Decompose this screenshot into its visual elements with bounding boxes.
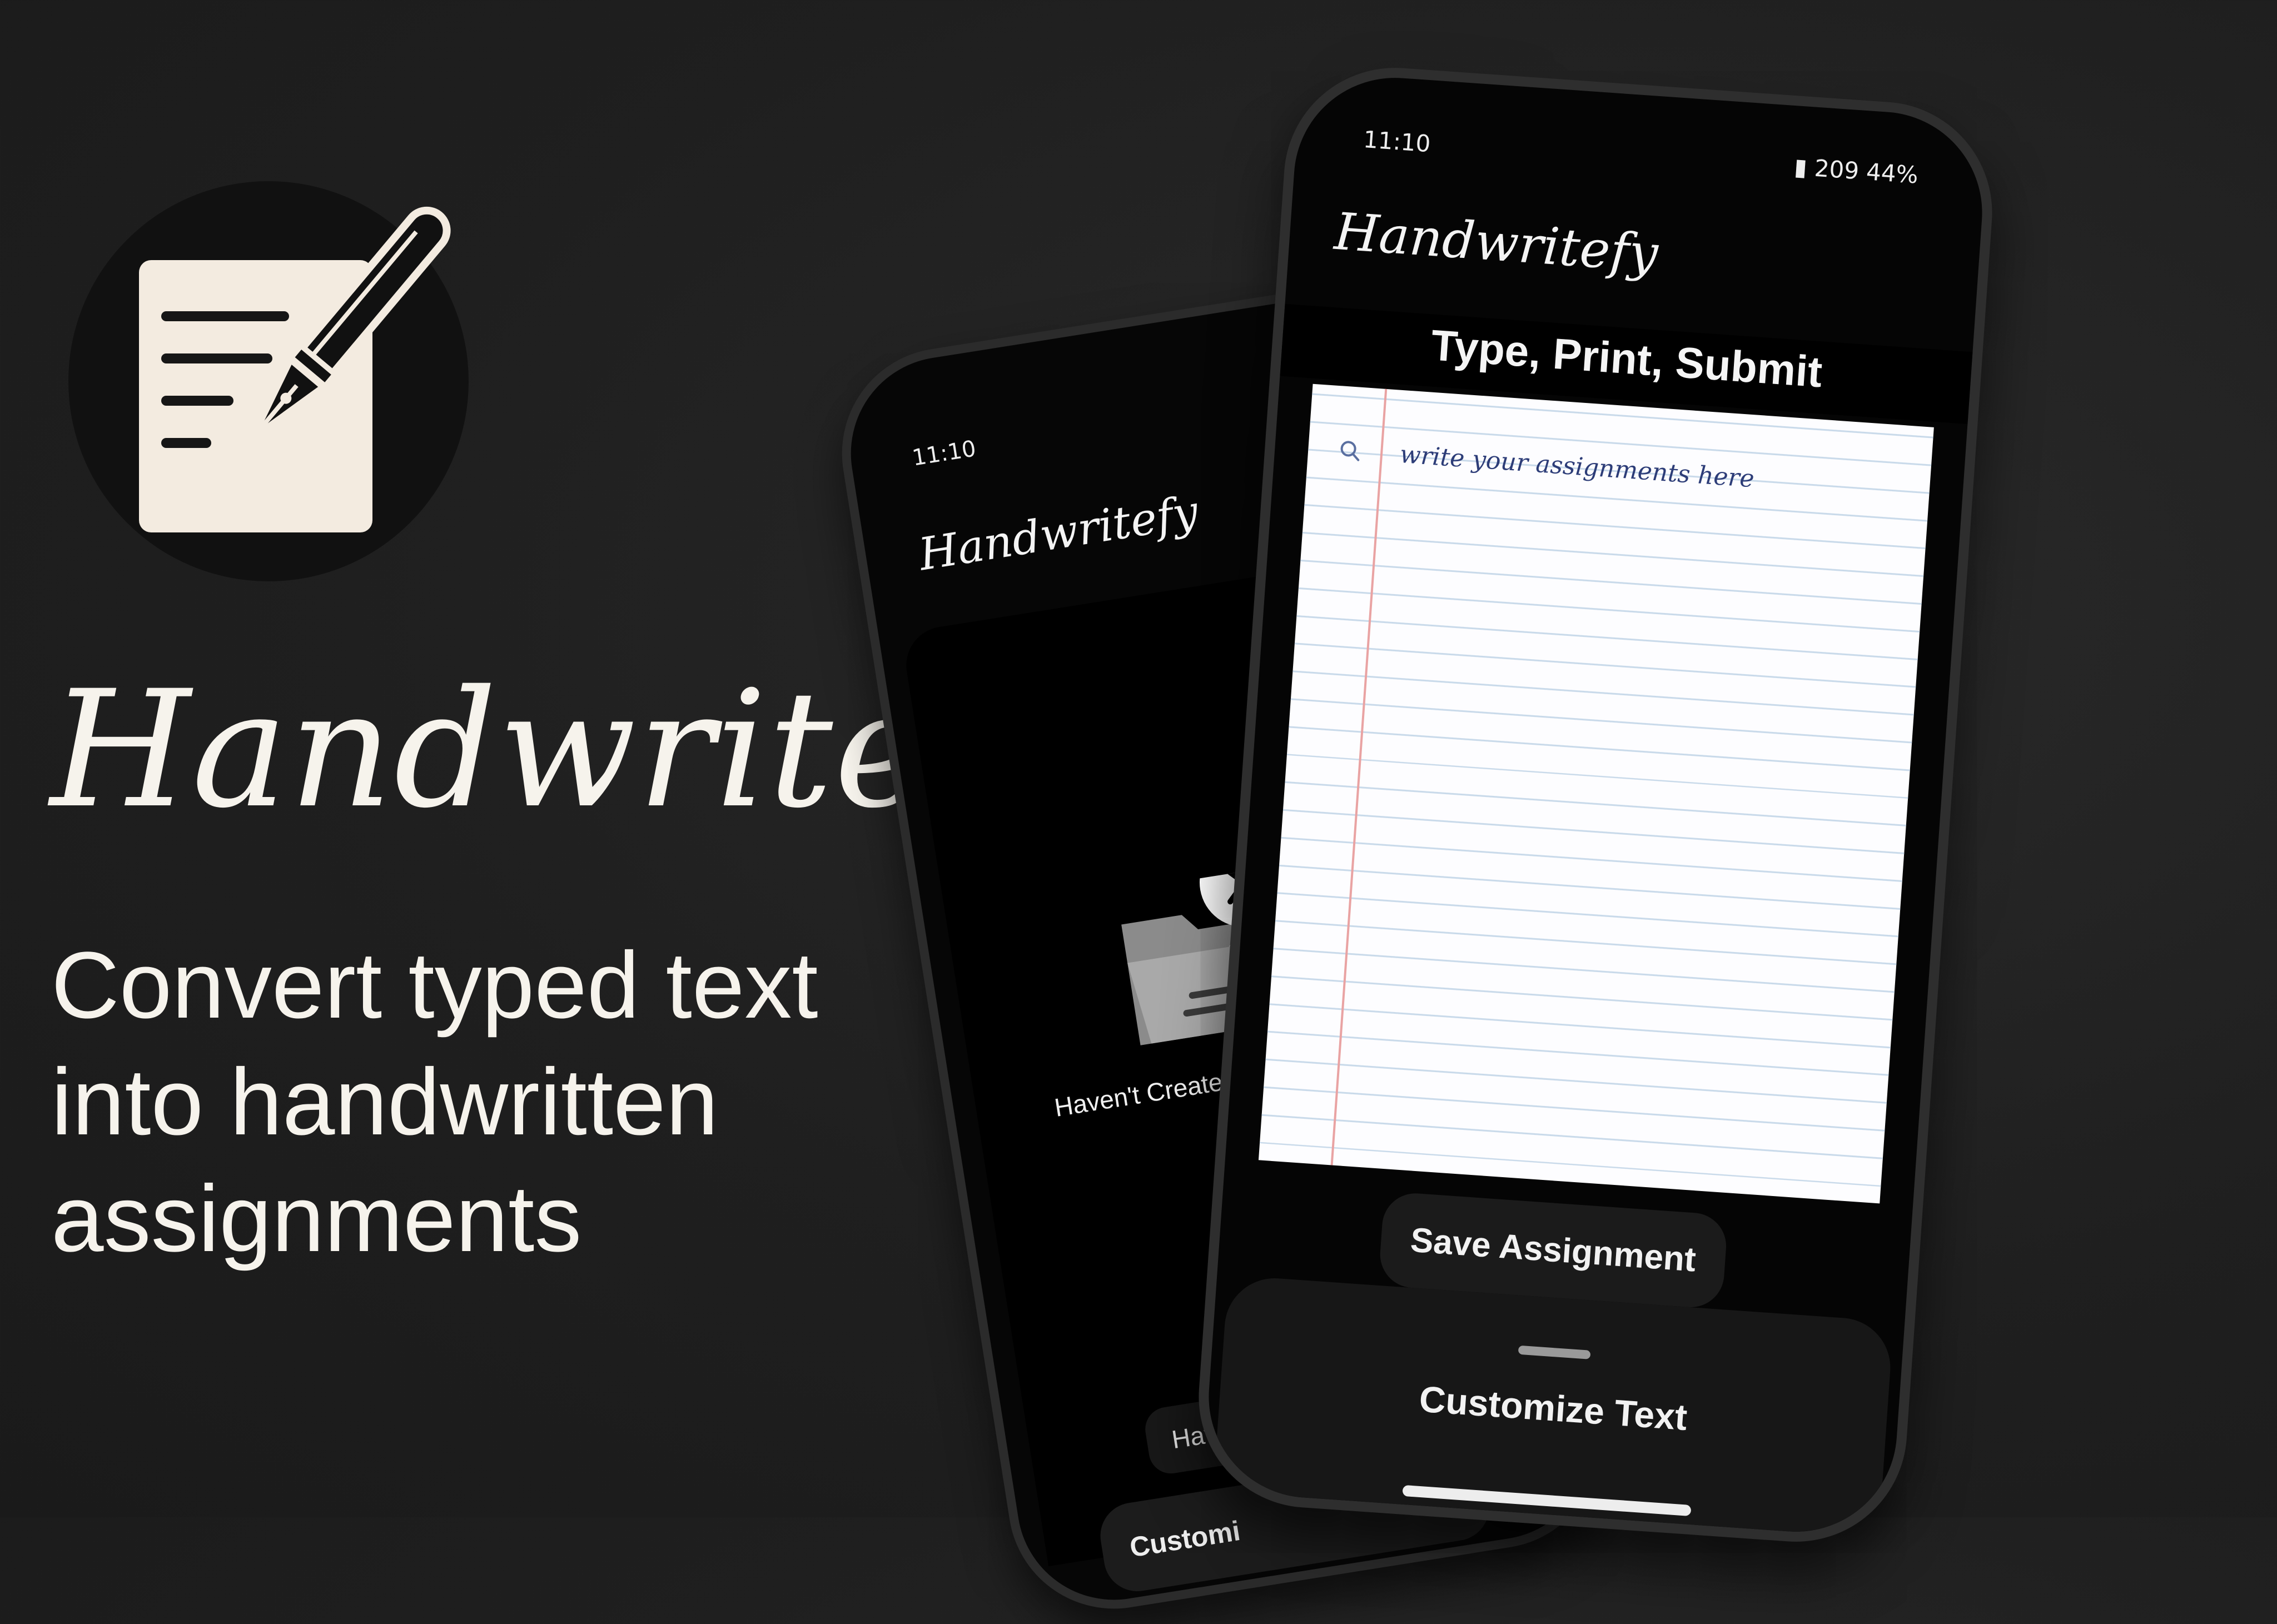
- status-time: 11:10: [1362, 126, 1431, 158]
- app-header-title: Handwritefy: [915, 485, 1202, 581]
- home-indicator: [1402, 1484, 1692, 1517]
- signal-icon: ▮: [1793, 153, 1808, 181]
- notebook-editor[interactable]: write your assignments here: [1258, 383, 1934, 1204]
- editor-placeholder[interactable]: write your assignments here: [1399, 440, 1755, 493]
- phone-front: 11:10 ▮ 209 44% Handwritefy Type, Print,…: [1191, 60, 2000, 1550]
- pen-icon: [246, 206, 451, 445]
- status-indicators: ▮ 209 44%: [1793, 153, 1920, 189]
- search-icon: [1338, 439, 1361, 468]
- app-logo: [68, 181, 469, 581]
- status-time: 11:10: [910, 436, 978, 471]
- customize-text-button[interactable]: Customize Text: [1219, 1364, 1887, 1453]
- sheet-drag-handle[interactable]: [1518, 1345, 1591, 1359]
- bottom-sheet[interactable]: Customize Text: [1212, 1274, 1894, 1550]
- app-header-title: Handwritefy: [1333, 201, 1660, 284]
- tagline: Convert typed text into handwritten assi…: [51, 933, 818, 1272]
- margin-line: [1330, 388, 1388, 1165]
